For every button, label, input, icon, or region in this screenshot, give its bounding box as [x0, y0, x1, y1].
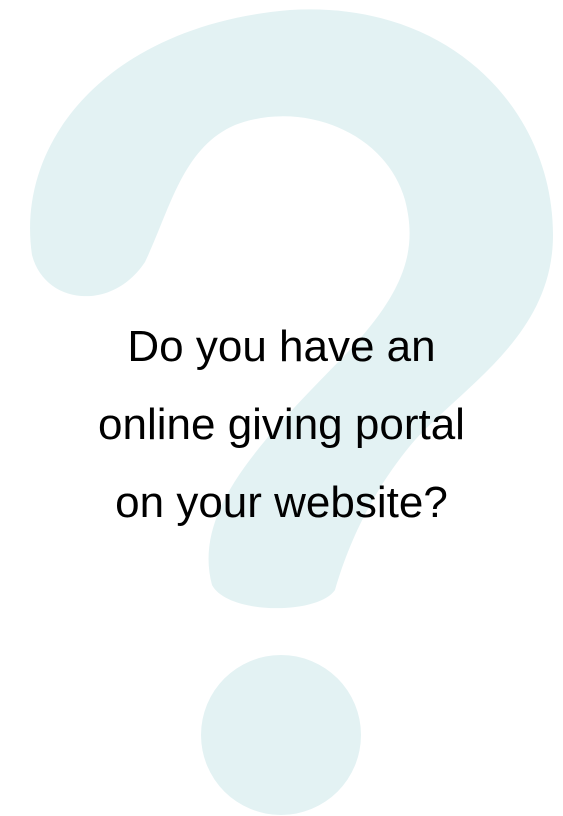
question-mark-dot: [201, 655, 361, 815]
question-line-1: Do you have an: [127, 322, 436, 371]
page: Do you have an online giving portal on y…: [0, 0, 563, 816]
question-line-2: online giving portal: [98, 400, 465, 449]
question-text: Do you have an online giving portal on y…: [0, 308, 563, 542]
question-line-3: on your website?: [115, 478, 448, 527]
